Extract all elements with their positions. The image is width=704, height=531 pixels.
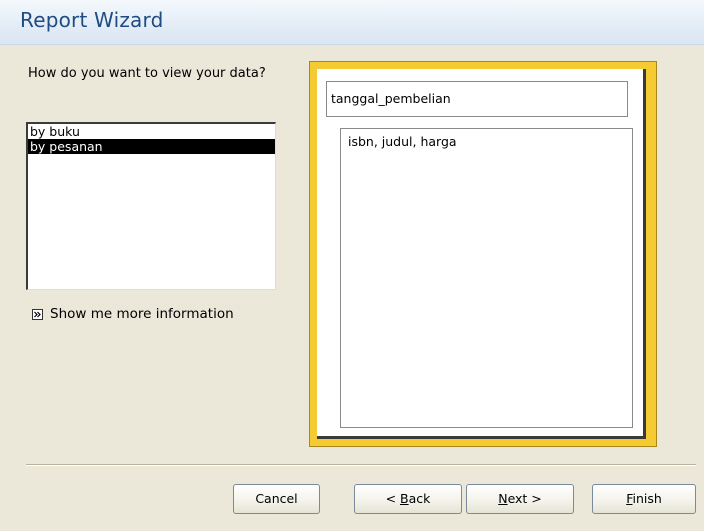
wizard-header: Report Wizard — [0, 0, 704, 45]
detail-fields-box: isbn, judul, harga — [340, 128, 633, 428]
back-button-rest: ack — [408, 491, 431, 506]
group-level-box: tanggal_pembelian — [326, 81, 628, 117]
back-button-prefix: < — [385, 491, 401, 506]
double-chevron-right-icon — [32, 308, 43, 320]
list-item-by-buku[interactable]: by buku — [28, 124, 275, 139]
view-question-label: How do you want to view your data? — [28, 66, 266, 81]
report-preview-page: tanggal_pembelian isbn, judul, harga — [317, 69, 646, 439]
back-button[interactable]: < Back — [354, 484, 462, 514]
report-preview-frame: tanggal_pembelian isbn, judul, harga — [309, 61, 657, 447]
list-item-by-pesanan[interactable]: by pesanan — [28, 139, 275, 154]
window-title: Report Wizard — [20, 8, 164, 32]
finish-button[interactable]: Finish — [592, 484, 696, 514]
report-wizard-window: Report Wizard How do you want to view yo… — [0, 0, 704, 531]
show-more-information-link[interactable]: Show me more information — [32, 305, 234, 323]
finish-button-rest: inish — [632, 491, 662, 506]
cancel-button[interactable]: Cancel — [233, 484, 320, 514]
cancel-button-label: Cancel — [255, 491, 298, 506]
next-button[interactable]: Next > — [466, 484, 574, 514]
next-button-rest: ext > — [507, 491, 542, 506]
view-options-listbox[interactable]: by buku by pesanan — [26, 122, 276, 290]
show-more-label: Show me more information — [50, 306, 234, 322]
next-button-accel: N — [498, 491, 508, 506]
footer-separator — [26, 464, 696, 466]
back-button-accel: B — [400, 491, 409, 506]
